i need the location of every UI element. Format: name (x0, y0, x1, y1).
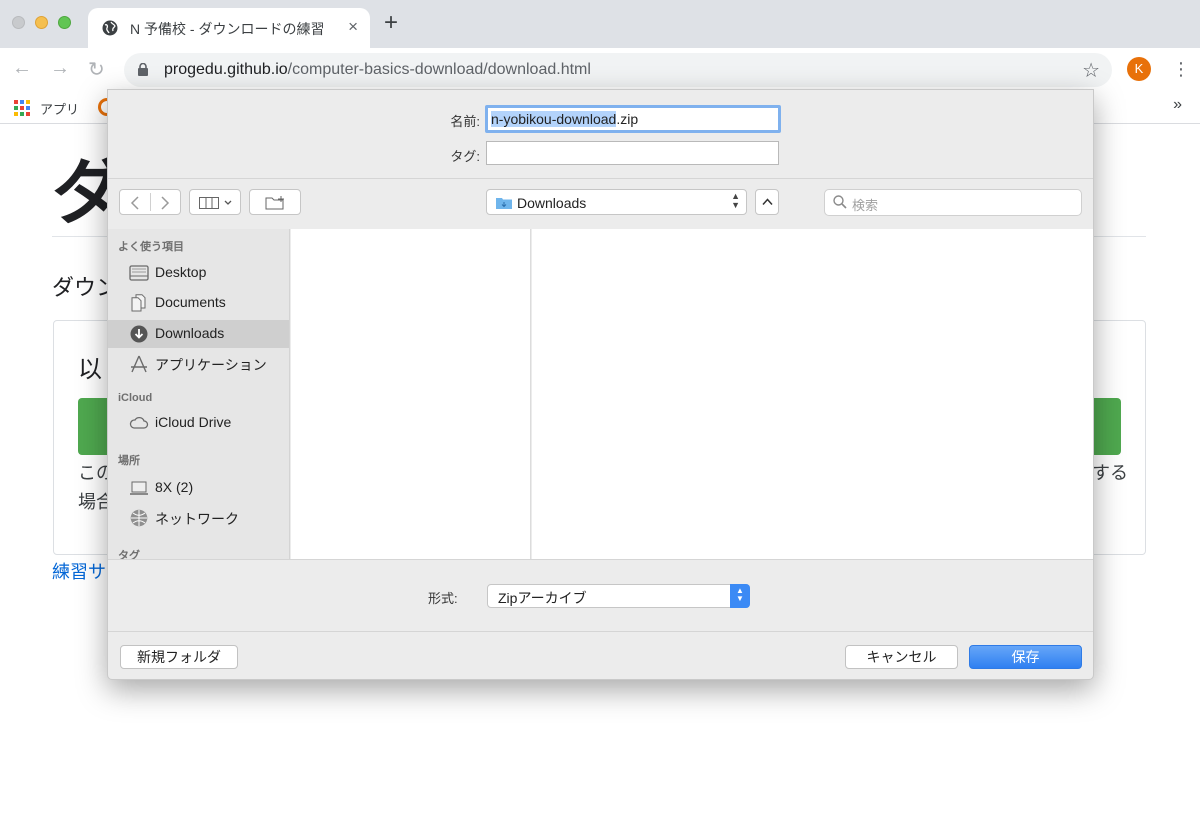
tab-close-icon[interactable]: × (348, 17, 358, 37)
address-url: progedu.github.io/computer-basics-downlo… (164, 61, 591, 79)
dialog-separator (108, 559, 1093, 560)
window-close-button[interactable] (12, 16, 25, 29)
tab-bar: N 予備校 - ダウンロードの練習 × + (0, 0, 1200, 48)
updown-arrows-icon: ▲ ▼ (730, 584, 750, 608)
sidebar-item-label: Documents (155, 294, 226, 310)
search-input[interactable]: 検索 (824, 189, 1082, 216)
dialog-separator (108, 178, 1093, 179)
sidebar: よく使う項目 Desktop Documents Downloads アプリケー… (108, 229, 290, 559)
updown-arrows-icon: ▲ ▼ (731, 191, 740, 210)
format-value: Zipアーカイブ (498, 590, 587, 606)
url-path: /computer-basics-download/download.html (287, 61, 591, 78)
save-dialog: 名前: n-yobikou-download.zip タグ: Downloads… (107, 89, 1094, 680)
url-host: progedu.github.io (164, 61, 288, 78)
address-bar[interactable]: progedu.github.io/computer-basics-downlo… (124, 53, 1112, 87)
bookmarks-overflow-icon[interactable]: » (1173, 96, 1182, 114)
profile-avatar[interactable]: K (1127, 57, 1151, 81)
chevron-down-icon (224, 200, 232, 205)
sidebar-item-label: 8X (2) (155, 479, 194, 495)
sidebar-header-places: 場所 (118, 455, 140, 467)
browser-tab[interactable]: N 予備校 - ダウンロードの練習 × (88, 8, 370, 48)
view-mode-button[interactable] (189, 189, 241, 215)
sidebar-item-label: Desktop (155, 264, 207, 280)
sidebar-header-icloud: iCloud (118, 392, 153, 404)
format-select[interactable]: Zipアーカイブ ▲ ▼ (487, 584, 750, 608)
globe-icon (102, 20, 118, 36)
folder-add-icon (265, 196, 284, 210)
browser-toolbar: ← → ↻ progedu.github.io/computer-basics-… (0, 48, 1200, 92)
sidebar-item-documents[interactable]: Documents (108, 289, 289, 317)
downloads-folder-icon (496, 198, 512, 209)
sidebar-item-icloud-drive[interactable]: iCloud Drive (108, 409, 289, 437)
save-button[interactable]: 保存 (969, 645, 1082, 669)
bookmark-star-icon[interactable]: ☆ (1082, 58, 1100, 83)
sidebar-item-network[interactable]: ネットワーク (108, 504, 289, 532)
reload-button[interactable]: ↻ (88, 57, 105, 82)
filename-input[interactable]: n-yobikou-download.zip (485, 105, 781, 133)
location-text: Downloads (517, 195, 587, 211)
window-minimize-button[interactable] (35, 16, 48, 29)
sidebar-item-label: Downloads (155, 325, 225, 341)
card-heading: 以 (78, 356, 102, 383)
filename-extension: .zip (616, 111, 639, 127)
chrome-menu-icon[interactable]: ⋮ (1172, 57, 1190, 81)
applications-icon (131, 355, 147, 373)
sidebar-item-desktop[interactable]: Desktop (108, 259, 289, 287)
file-browser-column-1[interactable] (291, 229, 531, 559)
forward-button[interactable]: → (50, 57, 70, 80)
tags-input[interactable] (486, 141, 779, 165)
expand-collapse-button[interactable] (755, 189, 779, 215)
sidebar-item-computer[interactable]: 8X (2) (108, 474, 289, 502)
tab-title: N 予備校 - ダウンロードの練習 (130, 21, 325, 37)
apps-bookmark[interactable]: アプリ (40, 99, 79, 118)
history-nav-group (119, 189, 181, 215)
columns-view-icon (199, 197, 219, 209)
chevron-right-icon[interactable] (160, 196, 170, 210)
search-placeholder: 検索 (852, 198, 879, 213)
cloud-icon (129, 416, 149, 429)
downloads-icon (130, 325, 148, 343)
sidebar-header-favorites: よく使う項目 (118, 241, 184, 253)
apps-grid-icon[interactable] (14, 100, 30, 116)
card-text-right: する (1092, 463, 1128, 483)
chevron-up-icon (762, 198, 773, 206)
sidebar-item-label: iCloud Drive (155, 414, 232, 430)
sidebar-item-label: ネットワーク (155, 511, 239, 527)
sidebar-item-applications[interactable]: アプリケーション (108, 350, 289, 378)
new-folder-button[interactable]: 新規フォルダ (120, 645, 238, 669)
dialog-separator (108, 631, 1093, 632)
tag-label: タグ: (450, 149, 480, 164)
cancel-button[interactable]: キャンセル (845, 645, 958, 669)
filename-selected-text: n-yobikou-download (491, 111, 617, 127)
documents-icon (131, 294, 146, 312)
sidebar-header-tags: タグ (118, 550, 140, 559)
chevron-left-icon[interactable] (130, 196, 140, 210)
new-tab-button[interactable]: + (384, 11, 398, 35)
window-maximize-button[interactable] (58, 16, 71, 29)
practice-site-link[interactable]: 練習サ (52, 558, 106, 584)
desktop-icon (129, 265, 149, 281)
name-label: 名前: (450, 114, 480, 129)
search-icon (833, 195, 847, 209)
network-icon (130, 509, 148, 527)
format-label: 形式: (428, 591, 458, 606)
back-button[interactable]: ← (12, 57, 32, 80)
sidebar-item-label: アプリケーション (155, 357, 267, 373)
laptop-icon (130, 481, 148, 495)
lock-icon (138, 63, 148, 76)
download-button-right-edge[interactable] (1090, 398, 1121, 455)
new-folder-icon-button[interactable] (249, 189, 301, 215)
file-browser-column-2[interactable] (532, 229, 1093, 559)
location-popup[interactable]: Downloads ▲ ▼ (486, 189, 747, 215)
sidebar-item-downloads[interactable]: Downloads (108, 320, 289, 348)
